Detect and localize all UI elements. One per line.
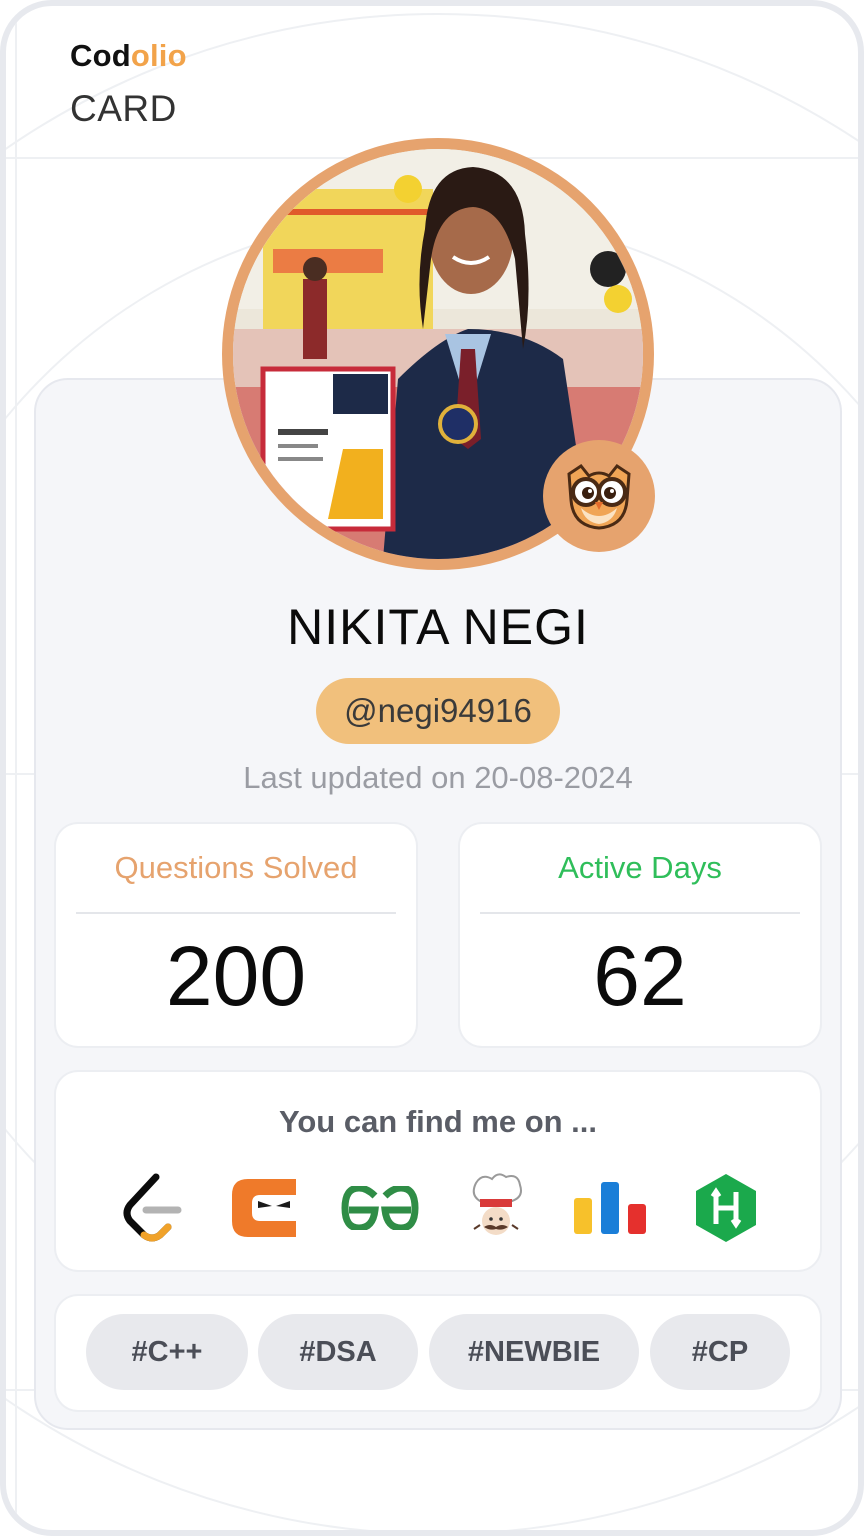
active-days-value: 62	[593, 929, 687, 1023]
username-badge[interactable]: @negi94916	[316, 678, 560, 744]
logo-text-part2: olio	[130, 38, 187, 73]
questions-solved-label: Questions Solved	[114, 850, 358, 885]
active-days-card: Active Days 62	[460, 824, 820, 1046]
last-updated-text: Last updated on 20-08-2024	[243, 760, 633, 795]
codechef-icon	[472, 1173, 522, 1235]
divider	[76, 912, 396, 914]
leetcode-link[interactable]	[112, 1168, 192, 1248]
tag-chip[interactable]: #CP	[650, 1314, 790, 1390]
find-me-section: You can find me on ...	[56, 1072, 820, 1270]
geeksforgeeks-icon	[341, 1186, 419, 1230]
owl-icon	[567, 463, 631, 530]
tag-chip[interactable]: #DSA	[258, 1314, 418, 1390]
tag-chip[interactable]: #NEWBIE	[429, 1314, 639, 1390]
divider	[480, 912, 800, 914]
tags-section: #C++ #DSA #NEWBIE #CP	[56, 1296, 820, 1410]
codechef-link[interactable]	[456, 1168, 536, 1248]
codeforces-link[interactable]	[570, 1168, 650, 1248]
leetcode-icon	[123, 1173, 182, 1242]
card-label: CARD	[70, 88, 177, 129]
profile-card: Codolio CARD NIKITA NEGI @negi94916 Last…	[0, 0, 864, 1536]
tag-chip[interactable]: #C++	[86, 1314, 248, 1390]
questions-solved-card: Questions Solved 200	[56, 824, 416, 1046]
profile-name: NIKITA NEGI	[287, 599, 589, 655]
find-me-title: You can find me on ...	[278, 1104, 598, 1139]
codeforces-icon	[574, 1182, 646, 1234]
hackerrank-link[interactable]	[686, 1168, 766, 1248]
codingninjas-icon	[232, 1179, 296, 1237]
geeksforgeeks-link[interactable]	[340, 1168, 420, 1248]
logo-text-part1: Cod	[70, 38, 131, 73]
questions-solved-value: 200	[165, 929, 307, 1023]
owl-badge	[543, 440, 655, 552]
codolio-logo: Codolio	[70, 38, 187, 74]
active-days-label: Active Days	[558, 850, 722, 885]
codingninjas-link[interactable]	[224, 1168, 304, 1248]
hackerrank-icon	[696, 1174, 756, 1242]
